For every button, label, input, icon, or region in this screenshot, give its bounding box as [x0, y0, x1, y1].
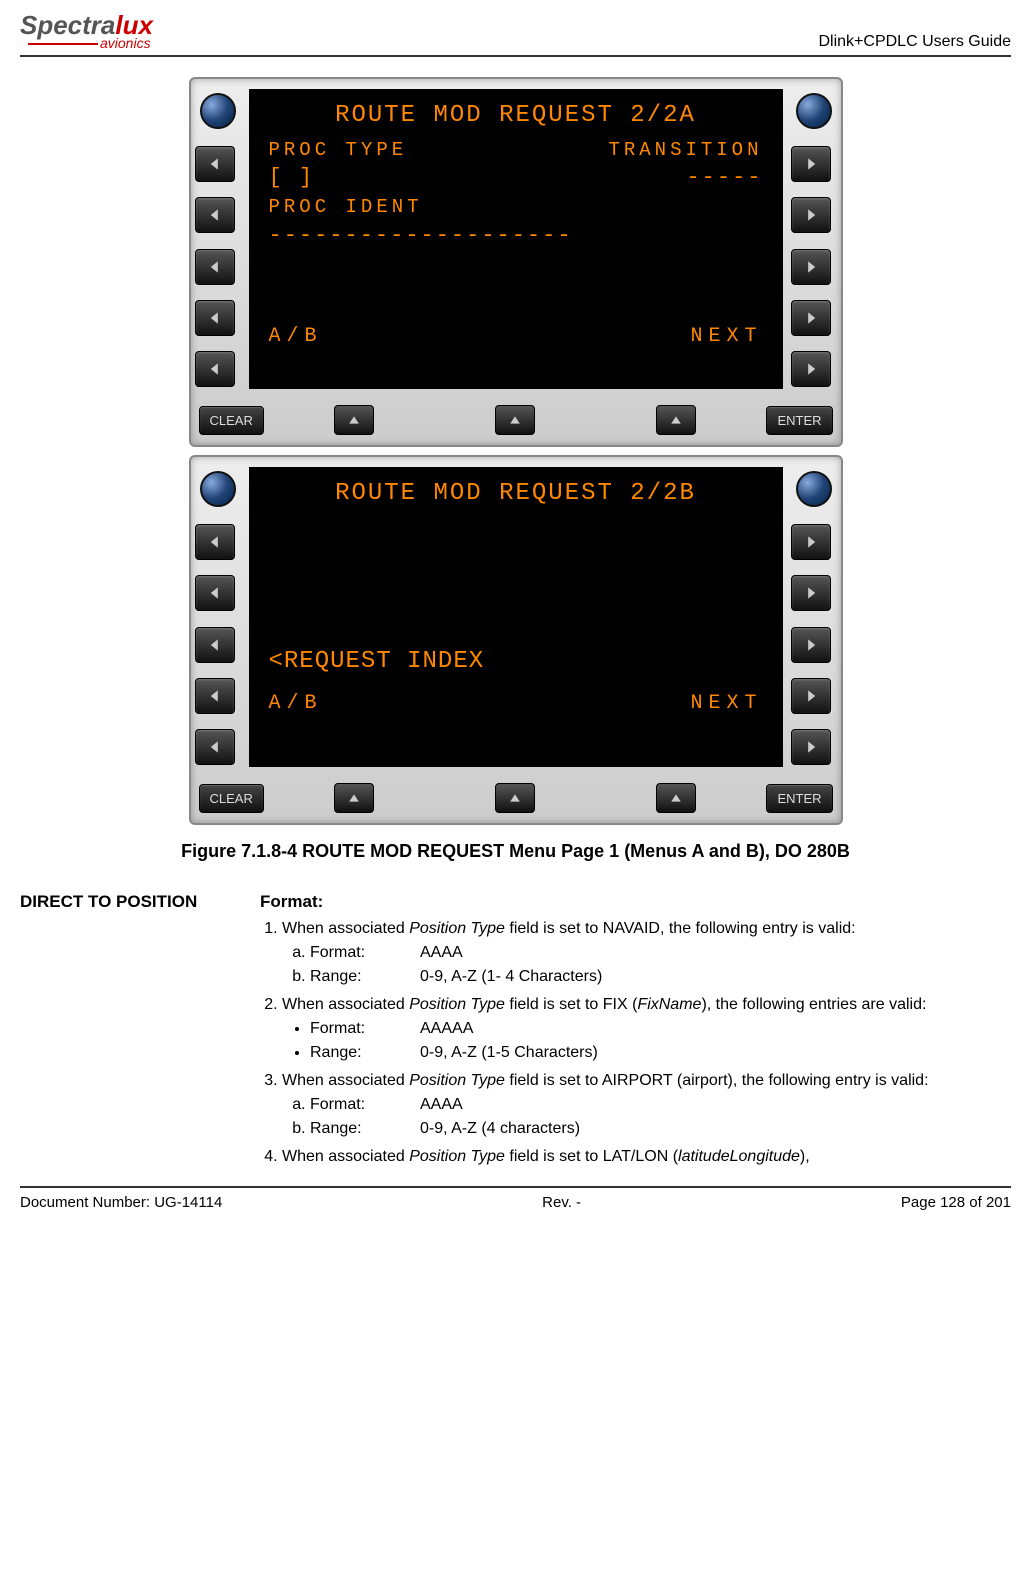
lsk-r1[interactable] [791, 146, 831, 182]
transition-field[interactable]: ----- [686, 163, 762, 194]
page-footer: Document Number: UG-14114 Rev. - Page 12… [20, 1186, 1011, 1211]
cdu-device-a: ROUTE MOD REQUEST 2/2A PROC TYPE TRANSIT… [189, 77, 843, 447]
soft-next-a[interactable]: NEXT [690, 323, 762, 351]
up-key-b2[interactable] [495, 783, 535, 813]
cdu-device-b: ROUTE MOD REQUEST 2/2B <REQUEST INDEX A/… [189, 455, 843, 825]
footer-page: Page 128 of 201 [901, 1194, 1011, 1211]
lsk-r1b[interactable] [791, 524, 831, 560]
up-key-a3[interactable] [656, 405, 696, 435]
lsk-r2[interactable] [791, 197, 831, 233]
lsk-r2b[interactable] [791, 575, 831, 611]
lsk-l1[interactable] [195, 146, 235, 182]
lsk-l4[interactable] [195, 300, 235, 336]
screen-title-b: ROUTE MOD REQUEST 2/2B [269, 477, 763, 511]
right-keys-a [787, 79, 841, 399]
lsk-r4[interactable] [791, 300, 831, 336]
lsk-r4b[interactable] [791, 678, 831, 714]
list-item-3a: Format:AAAA [310, 1096, 1011, 1114]
figure-caption: Figure 7.1.8-4 ROUTE MOD REQUEST Menu Pa… [20, 841, 1011, 862]
lsk-r5[interactable] [791, 351, 831, 387]
footer-docnum: Document Number: UG-14114 [20, 1194, 222, 1211]
logo: Spectralux avionics [20, 10, 153, 51]
proc-ident-field[interactable]: -------------------- [269, 221, 763, 252]
lsk-l2[interactable] [195, 197, 235, 233]
cdu-screen-a: ROUTE MOD REQUEST 2/2A PROC TYPE TRANSIT… [249, 89, 783, 389]
lsk-l4b[interactable] [195, 678, 235, 714]
request-index-prompt[interactable]: <REQUEST INDEX [269, 645, 763, 679]
up-key-a2[interactable] [495, 405, 535, 435]
logo-subtitle: avionics [100, 35, 151, 51]
lsk-l5b[interactable] [195, 729, 235, 765]
knob-icon[interactable] [796, 471, 832, 507]
list-item-1a: Format:AAAA [310, 944, 1011, 962]
lsk-l3b[interactable] [195, 627, 235, 663]
transition-label: TRANSITION [608, 137, 762, 164]
lsk-l1b[interactable] [195, 524, 235, 560]
lsk-l3[interactable] [195, 249, 235, 285]
list-item-3b: Range:0-9, A-Z (4 characters) [310, 1120, 1011, 1138]
soft-ab-b[interactable]: A/B [269, 690, 323, 718]
left-keys-a [191, 79, 245, 399]
enter-button-b[interactable]: ENTER [766, 784, 832, 813]
clear-button-a[interactable]: CLEAR [199, 406, 264, 435]
list-item-4: When associated Position Type field is s… [282, 1148, 1011, 1166]
soft-next-b[interactable]: NEXT [690, 690, 762, 718]
lsk-r3b[interactable] [791, 627, 831, 663]
list-item-2: When associated Position Type field is s… [282, 996, 1011, 1062]
lsk-l5[interactable] [195, 351, 235, 387]
list-item-1b: Range:0-9, A-Z (1- 4 Characters) [310, 968, 1011, 986]
list-item-2b: Range:0-9, A-Z (1-5 Characters) [310, 1044, 1011, 1062]
knob-icon[interactable] [200, 93, 236, 129]
lsk-r3[interactable] [791, 249, 831, 285]
list-item-2a: Format:AAAAA [310, 1020, 1011, 1038]
proc-type-label: PROC TYPE [269, 137, 408, 164]
lsk-l2b[interactable] [195, 575, 235, 611]
page-header: Spectralux avionics Dlink+CPDLC Users Gu… [20, 10, 1011, 57]
left-keys-b [191, 457, 245, 777]
enter-button-a[interactable]: ENTER [766, 406, 832, 435]
list-item-3: When associated Position Type field is s… [282, 1072, 1011, 1138]
up-key-a1[interactable] [334, 405, 374, 435]
lsk-r5b[interactable] [791, 729, 831, 765]
cdu-screen-b: ROUTE MOD REQUEST 2/2B <REQUEST INDEX A/… [249, 467, 783, 767]
proc-ident-label: PROC IDENT [269, 194, 763, 221]
up-key-b3[interactable] [656, 783, 696, 813]
screen-title-a: ROUTE MOD REQUEST 2/2A [269, 99, 763, 133]
footer-rev: Rev. - [542, 1194, 581, 1211]
knob-icon[interactable] [200, 471, 236, 507]
list-item-1: When associated Position Type field is s… [282, 920, 1011, 986]
proc-type-field[interactable]: [ ] [269, 163, 315, 194]
soft-ab-a[interactable]: A/B [269, 323, 323, 351]
clear-button-b[interactable]: CLEAR [199, 784, 264, 813]
section-sidehead: DIRECT TO POSITION [20, 892, 240, 912]
knob-icon[interactable] [796, 93, 832, 129]
up-key-b1[interactable] [334, 783, 374, 813]
document-title: Dlink+CPDLC Users Guide [818, 33, 1011, 51]
right-keys-b [787, 457, 841, 777]
section-heading: Format: [260, 892, 1011, 912]
